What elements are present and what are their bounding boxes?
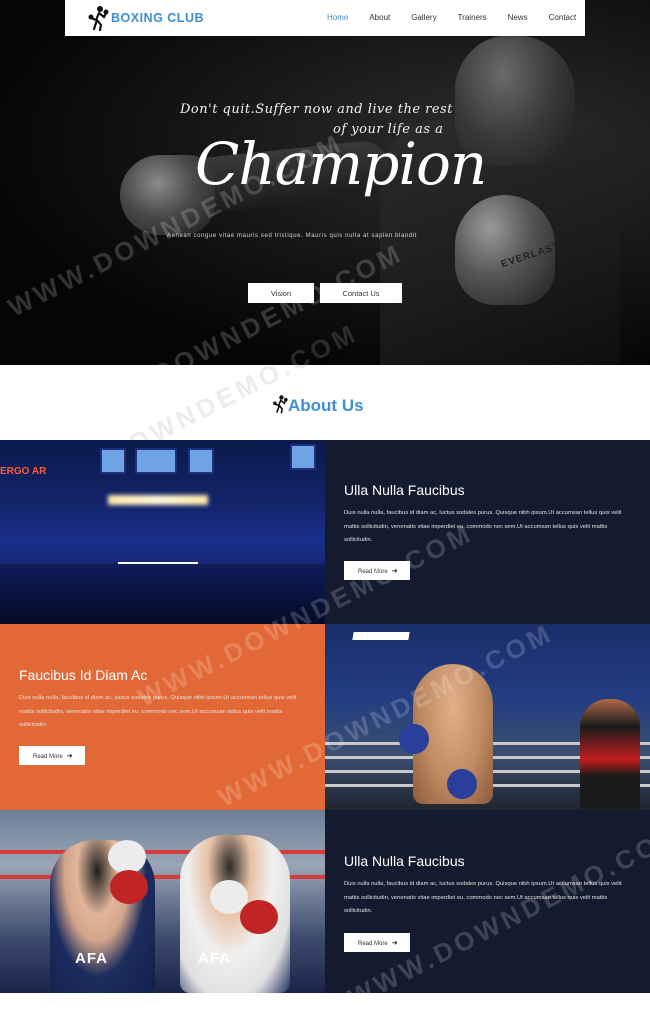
blue-glove bbox=[399, 724, 429, 754]
read-more-label: Read More bbox=[358, 941, 388, 947]
boxer-logo-icon[interactable] bbox=[87, 5, 109, 31]
read-more-button[interactable]: Read More ➜ bbox=[19, 746, 85, 765]
nav-item-contact[interactable]: Contact bbox=[549, 13, 577, 22]
bout-image: AFA AFA bbox=[0, 810, 325, 993]
arena-screen bbox=[100, 448, 126, 474]
arena-crowd bbox=[0, 564, 325, 624]
nav-menu: Home About Gallery Trainers News Contact bbox=[327, 13, 597, 22]
hero-tagline: Aenean congue vitae mauris sed tristique… bbox=[167, 233, 417, 239]
about-panel-3: Ulla Nulla Faucibus Duis nulla nulla, fa… bbox=[325, 810, 650, 993]
top-navbar: BOXING CLUB Home About Gallery Trainers … bbox=[65, 0, 585, 36]
panel-body: Duis nulla nulla, faucibus id diam ac, l… bbox=[344, 510, 622, 543]
trunk-text: AFA bbox=[198, 950, 231, 967]
about-panel-2: Faucibus Id Diam Ac Duis nulla nulla, fa… bbox=[0, 624, 325, 810]
arrow-right-icon: ➜ bbox=[66, 753, 73, 760]
brand-name[interactable]: BOXING CLUB bbox=[111, 11, 204, 25]
panel-heading: Ulla Nulla Faucibus bbox=[344, 482, 465, 498]
arena-screen bbox=[290, 444, 316, 470]
nav-item-news[interactable]: News bbox=[508, 13, 528, 22]
about-panel-1: Ulla Nulla Faucibus Duis nulla nulla, fa… bbox=[325, 440, 650, 624]
red-glove bbox=[240, 900, 278, 934]
ceiling-light bbox=[352, 632, 410, 640]
hero-slogan-line1: Don't quit.Suffer now and live the rest bbox=[180, 102, 453, 117]
blue-glove bbox=[447, 769, 477, 799]
about-title: About Us bbox=[288, 396, 364, 415]
contact-us-button[interactable]: Contact Us bbox=[320, 283, 402, 303]
arena-screen bbox=[135, 448, 177, 474]
fighter-image bbox=[325, 624, 650, 810]
arrow-right-icon: ➜ bbox=[391, 568, 398, 575]
arena-sign-text: ERGO AR bbox=[0, 466, 47, 477]
white-glove bbox=[108, 840, 146, 874]
boxer-icon bbox=[273, 395, 288, 414]
arrow-right-icon: ➜ bbox=[391, 940, 398, 947]
arena-lights bbox=[108, 495, 208, 505]
panel-body: Duis nulla nulla, faucibus id diam ac, l… bbox=[344, 881, 622, 914]
referee-figure bbox=[580, 699, 640, 809]
nav-item-trainers[interactable]: Trainers bbox=[458, 13, 487, 22]
read-more-button[interactable]: Read More ➜ bbox=[344, 561, 410, 580]
arena-screen bbox=[188, 448, 214, 474]
nav-item-gallery[interactable]: Gallery bbox=[411, 13, 436, 22]
hero-banner: EVERLAST Don't quit.Suffer now and live … bbox=[0, 0, 650, 365]
panel-heading: Ulla Nulla Faucibus bbox=[344, 853, 465, 869]
panel-body: Duis nulla nulla, faucibus id diam ac, l… bbox=[19, 695, 297, 728]
arena-image: ERGO AR bbox=[0, 440, 325, 624]
panel-heading: Faucibus Id Diam Ac bbox=[19, 667, 148, 683]
nav-item-about[interactable]: About bbox=[369, 13, 390, 22]
read-more-label: Read More bbox=[33, 754, 63, 760]
hero-headline: Champion bbox=[195, 130, 487, 198]
nav-item-home[interactable]: Home bbox=[327, 13, 348, 22]
read-more-button[interactable]: Read More ➜ bbox=[344, 933, 410, 952]
trunk-text: AFA bbox=[75, 950, 108, 967]
red-glove bbox=[110, 870, 148, 904]
read-more-label: Read More bbox=[358, 569, 388, 575]
vision-button[interactable]: Vision bbox=[248, 283, 314, 303]
